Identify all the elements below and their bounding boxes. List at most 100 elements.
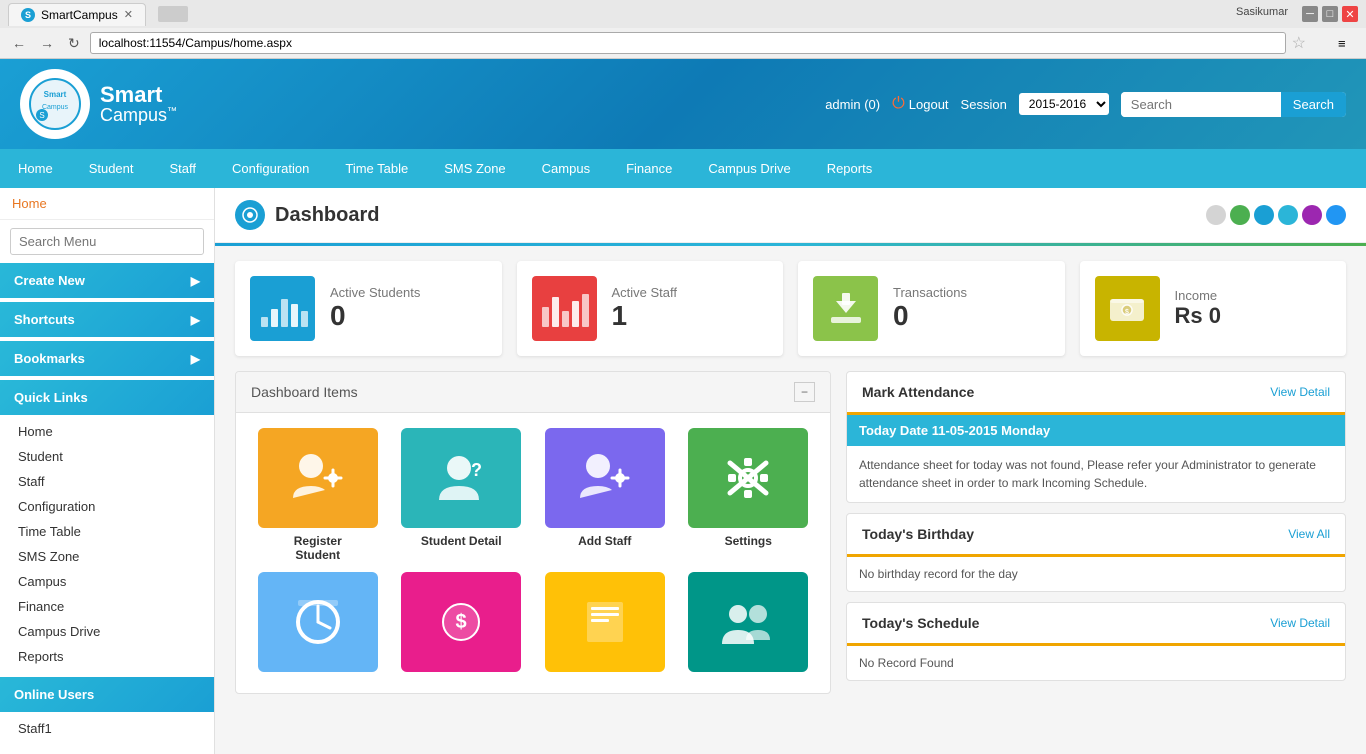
session-select[interactable]: 2015-2016 <box>1019 93 1109 115</box>
money-icon: $ <box>1107 289 1147 329</box>
book-svg <box>575 592 635 652</box>
money-svg: $ <box>431 592 491 652</box>
svg-text:$: $ <box>456 611 467 633</box>
back-button[interactable]: ← <box>8 33 30 53</box>
nav-configuration[interactable]: Configuration <box>214 149 327 188</box>
quick-link-smszone[interactable]: SMS Zone <box>0 544 214 569</box>
address-bar[interactable] <box>90 32 1286 54</box>
stat-income-value: Rs 0 <box>1175 303 1332 329</box>
create-new-button[interactable]: Create New ▶ <box>0 263 214 298</box>
dashboard-body: Dashboard Items − <box>215 371 1366 714</box>
sidebar-search-input[interactable] <box>10 228 204 255</box>
color-dot-lightblue[interactable] <box>1326 205 1346 225</box>
todays-birthday-view-all[interactable]: View All <box>1288 527 1330 541</box>
bookmark-button[interactable]: ☆ <box>1292 33 1306 53</box>
color-dot-green[interactable] <box>1230 205 1250 225</box>
breadcrumb-home-link[interactable]: Home <box>12 196 47 211</box>
todays-schedule-header: Today's Schedule View Detail <box>847 603 1345 646</box>
sidebar: Home Create New ▶ Shortcuts ▶ Bookmarks … <box>0 188 215 754</box>
stat-students-value: 0 <box>330 300 487 332</box>
online-users-header[interactable]: Online Users <box>0 677 214 712</box>
mark-attendance-header: Mark Attendance View Detail <box>847 372 1345 415</box>
quick-link-home[interactable]: Home <box>0 419 214 444</box>
grid-item-5[interactable] <box>251 572 385 678</box>
todays-birthday-header: Today's Birthday View All <box>847 514 1345 557</box>
grid-icon-8 <box>688 572 808 672</box>
grid-item-student-detail[interactable]: ? Student Detail <box>395 428 529 562</box>
maximize-button[interactable]: □ <box>1322 6 1338 22</box>
todays-schedule-view-detail[interactable]: View Detail <box>1270 616 1330 630</box>
power-icon: ⏻ <box>892 95 905 113</box>
group-svg <box>718 592 778 652</box>
session-label: Session <box>961 97 1007 112</box>
nav-campusdrive[interactable]: Campus Drive <box>690 149 808 188</box>
header-search-input[interactable] <box>1121 92 1281 117</box>
grid-item-add-staff[interactable]: Add Staff <box>538 428 672 562</box>
logo-campus: Campus™ <box>100 106 177 124</box>
quick-link-configuration[interactable]: Configuration <box>0 494 214 519</box>
grid-item-register-student[interactable]: RegisterStudent <box>251 428 385 562</box>
tab-close-button[interactable]: ✕ <box>124 8 133 21</box>
stat-staff-icon-box <box>532 276 597 341</box>
mark-attendance-panel: Mark Attendance View Detail Today Date 1… <box>846 371 1346 503</box>
dashboard-icon <box>235 200 265 230</box>
quick-link-timetable[interactable]: Time Table <box>0 519 214 544</box>
nav-reports[interactable]: Reports <box>809 149 891 188</box>
stat-transactions-value: 0 <box>893 300 1050 332</box>
grid-item-6[interactable]: $ <box>395 572 529 678</box>
color-dot-gray[interactable] <box>1206 205 1226 225</box>
bookmarks-arrow-icon: ▶ <box>191 352 200 366</box>
settings-svg <box>718 448 778 508</box>
items-panel-title: Dashboard Items <box>251 384 358 400</box>
minimize-button[interactable]: ─ <box>1302 6 1318 22</box>
logo-image: Smart Campus S <box>25 74 85 134</box>
grid-item-settings[interactable]: Settings <box>682 428 816 562</box>
header-search-button[interactable]: Search <box>1281 92 1346 117</box>
dashboard-header: Dashboard <box>215 188 1366 243</box>
svg-text:?: ? <box>471 460 482 480</box>
quick-links-list: Home Student Staff Configuration Time Ta… <box>0 415 214 673</box>
stat-income: $ Income Rs 0 <box>1080 261 1347 356</box>
grid-item-7[interactable] <box>538 572 672 678</box>
todays-schedule-title: Today's Schedule <box>862 615 979 631</box>
nav-smszone[interactable]: SMS Zone <box>426 149 523 188</box>
nav-staff[interactable]: Staff <box>152 149 215 188</box>
svg-text:$: $ <box>1125 309 1129 316</box>
content-wrapper: Home Create New ▶ Shortcuts ▶ Bookmarks … <box>0 188 1366 754</box>
tab-title: SmartCampus <box>41 8 118 22</box>
quick-links-header[interactable]: Quick Links <box>0 380 214 415</box>
quick-link-campusdrive[interactable]: Campus Drive <box>0 619 214 644</box>
minimize-panel-button[interactable]: − <box>794 382 815 402</box>
logout-button[interactable]: ⏻ Logout <box>892 95 948 113</box>
nav-timetable[interactable]: Time Table <box>327 149 426 188</box>
color-dot-blue[interactable] <box>1254 205 1274 225</box>
quick-link-campus[interactable]: Campus <box>0 569 214 594</box>
close-button[interactable]: ✕ <box>1342 6 1358 22</box>
settings-icon <box>688 428 808 528</box>
logo-svg: Smart Campus S <box>28 77 83 132</box>
attendance-date-bar: Today Date 11-05-2015 Monday <box>847 415 1345 446</box>
bar-chart-students-icon <box>258 289 308 329</box>
quick-link-student[interactable]: Student <box>0 444 214 469</box>
quick-link-finance[interactable]: Finance <box>0 594 214 619</box>
color-dot-teal[interactable] <box>1278 205 1298 225</box>
grid-items: RegisterStudent ? Student D <box>236 413 830 693</box>
forward-button[interactable]: → <box>36 33 58 53</box>
nav-student[interactable]: Student <box>71 149 152 188</box>
student-detail-icon: ? <box>401 428 521 528</box>
nav-finance[interactable]: Finance <box>608 149 690 188</box>
shortcuts-button[interactable]: Shortcuts ▶ <box>0 302 214 337</box>
items-panel: Dashboard Items − <box>235 371 831 694</box>
bookmarks-button[interactable]: Bookmarks ▶ <box>0 341 214 376</box>
reload-button[interactable]: ↻ <box>64 33 84 54</box>
mark-attendance-view-detail[interactable]: View Detail <box>1270 385 1330 399</box>
color-dot-purple[interactable] <box>1302 205 1322 225</box>
nav-home[interactable]: Home <box>0 149 71 188</box>
browser-tab[interactable]: S SmartCampus ✕ <box>8 3 146 26</box>
logo-area: Smart Campus S Smart Campus™ <box>20 69 177 139</box>
quick-link-reports[interactable]: Reports <box>0 644 214 669</box>
stat-income-info: Income Rs 0 <box>1175 288 1332 329</box>
grid-item-8[interactable] <box>682 572 816 678</box>
quick-link-staff[interactable]: Staff <box>0 469 214 494</box>
nav-campus[interactable]: Campus <box>524 149 608 188</box>
